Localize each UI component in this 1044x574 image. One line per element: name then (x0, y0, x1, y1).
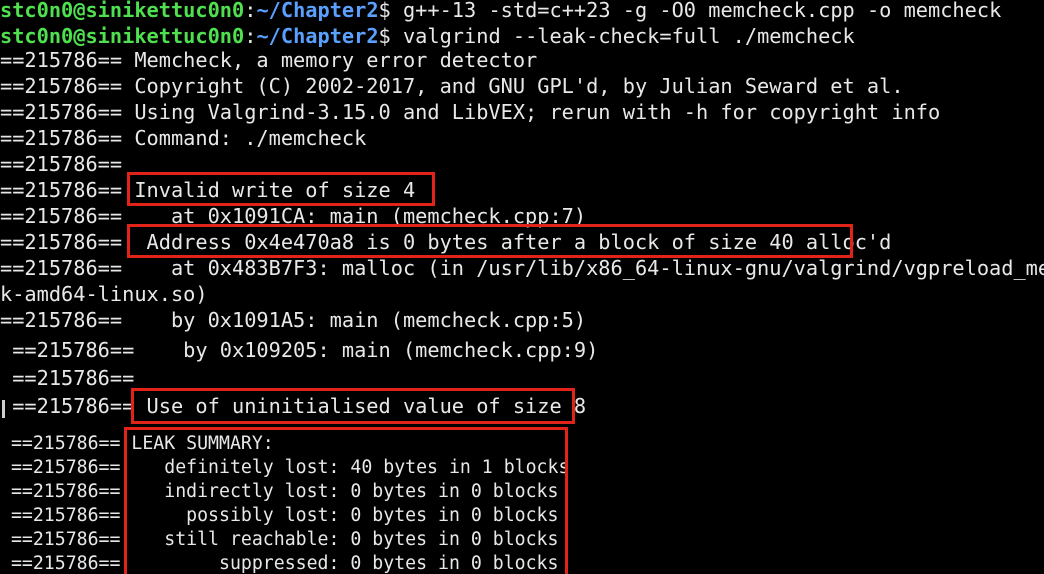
highlight-box-leak-summary (124, 427, 568, 574)
highlight-box-uninitialised (131, 388, 575, 424)
command-text: valgrind --leak-check=full ./memcheck (402, 24, 855, 48)
prompt-sign: $ (378, 0, 403, 22)
output-line: ==215786== by 0x109205: main (memcheck.c… (0, 338, 599, 362)
output-line: ==215786== (0, 366, 135, 390)
command-text: g++-13 -std=c++23 -g -O0 memcheck.cpp -o… (402, 0, 1002, 22)
output-line: ==215786== Command: ./memcheck (0, 126, 367, 150)
prompt-separator: : (244, 24, 257, 48)
output-line: ==215786== Using Valgrind-3.15.0 and Lib… (0, 100, 941, 124)
output-line: ==215786== (0, 152, 123, 176)
highlight-box-invalid-write (127, 172, 435, 206)
output-line: ==215786== by 0x1091A5: main (memcheck.c… (0, 308, 587, 332)
prompt-path: ~/Chapter2 (256, 0, 379, 22)
output-line: ==215786== at 0x483B7F3: malloc (in /usr… (0, 256, 1044, 280)
prompt-line-2: stc0n0@sinikettuc0n0:~/Chapter2$ valgrin… (0, 23, 855, 49)
terminal-window[interactable]: stc0n0@sinikettuc0n0:~/Chapter2$ g++-13 … (0, 0, 1044, 574)
output-line: ==215786== Memcheck, a memory error dete… (0, 48, 538, 72)
highlight-box-address (127, 224, 853, 258)
prompt-path: ~/Chapter2 (256, 24, 379, 48)
output-line: ==215786== Copyright (C) 2002-2017, and … (0, 74, 904, 98)
prompt-separator: : (244, 0, 257, 22)
cursor-mark (2, 400, 5, 418)
prompt-line-1: stc0n0@sinikettuc0n0:~/Chapter2$ g++-13 … (0, 0, 1001, 23)
prompt-sign: $ (378, 24, 403, 48)
output-line: k-amd64-linux.so) (0, 282, 208, 306)
prompt-user: stc0n0@sinikettuc0n0 (0, 24, 245, 48)
prompt-user: stc0n0@sinikettuc0n0 (0, 0, 245, 22)
